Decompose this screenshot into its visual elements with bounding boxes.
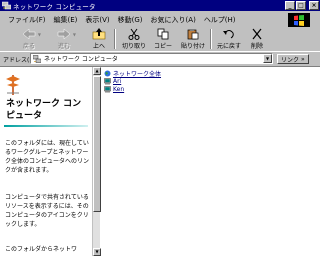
undo-button[interactable]: 元に戻す: [217, 28, 241, 50]
back-label: 戻る: [22, 43, 35, 50]
cut-button[interactable]: 切り取り: [122, 28, 146, 50]
links-button[interactable]: リンク »: [277, 54, 309, 64]
back-button[interactable]: 戻る ▼: [22, 28, 41, 50]
pane-instructions: コンピュータで共有されているリソースを表示するには、そのコンピュータのアイコンを…: [5, 194, 89, 228]
address-dropdown-icon[interactable]: ▼: [263, 54, 272, 63]
divider: [4, 125, 88, 127]
menu-edit[interactable]: 編集(E): [50, 15, 82, 25]
forward-arrow-icon: [57, 28, 71, 40]
computer-icon: [104, 77, 111, 84]
window-title: ネットワーク コンピュータ: [13, 2, 96, 11]
forward-label: 進む: [57, 43, 70, 50]
delete-button[interactable]: 削除: [250, 28, 264, 50]
menu-file[interactable]: ファイル(F): [4, 15, 50, 25]
paste-label: 貼り付け: [181, 43, 206, 50]
network-computer-large-icon: [6, 75, 20, 95]
address-bar: アドレス(D) ネットワーク コンピュータ ▼ リンク »: [0, 51, 320, 65]
paste-button[interactable]: 貼り付け: [181, 28, 205, 50]
address-value: ネットワーク コンピュータ: [44, 56, 118, 63]
pane-title: ネットワーク コンピュータ: [6, 99, 82, 121]
scroll-down-icon[interactable]: ▼: [93, 248, 101, 256]
up-label: 上へ: [92, 43, 105, 50]
delete-x-icon: [252, 28, 262, 40]
windows-logo-icon: [288, 13, 310, 27]
minimize-button[interactable]: _: [285, 1, 295, 10]
menu-favorites[interactable]: お気に入り(A): [147, 15, 200, 25]
copy-icon: [157, 28, 169, 40]
maximize-button[interactable]: □: [296, 1, 306, 10]
forward-button[interactable]: 進む ▼: [57, 28, 76, 50]
close-button[interactable]: ×: [309, 1, 319, 10]
pane-description: このフォルダには、現在しているワークグループとネットワーク全体のコンピュータへの…: [5, 140, 90, 174]
list-item[interactable]: ネットワーク全体: [104, 69, 162, 78]
undo-label: 元に戻す: [217, 43, 242, 50]
delete-label: 削除: [250, 43, 263, 50]
back-arrow-icon: [22, 28, 36, 40]
links-label: リンク: [281, 56, 300, 64]
undo-icon: [223, 30, 234, 39]
chevron-right-icon: »: [301, 55, 305, 63]
file-name: Ken: [113, 85, 125, 93]
up-folder-icon: [92, 28, 106, 40]
network-computer-icon: [2, 1, 11, 10]
up-button[interactable]: 上へ: [92, 28, 106, 50]
content-area: ネットワーク コンピュータ このフォルダには、現在しているワークグループとネット…: [0, 66, 320, 256]
menu-help[interactable]: ヘルプ(H): [200, 15, 240, 25]
scroll-thumb[interactable]: [93, 76, 101, 212]
pane-scrollbar[interactable]: ▲ ▼: [92, 67, 101, 256]
cut-label: 切り取り: [122, 43, 147, 50]
back-dropdown-icon[interactable]: ▼: [38, 32, 41, 37]
menu-go[interactable]: 移動(G): [114, 15, 147, 25]
menu-bar: ファイル(F) 編集(E) 表示(V) 移動(G) お気に入り(A) ヘルプ(H…: [0, 12, 320, 27]
globe-icon: [104, 70, 111, 76]
scissors-icon: [128, 28, 140, 40]
address-input[interactable]: ネットワーク コンピュータ ▼: [30, 53, 273, 64]
computer-icon: [104, 85, 111, 92]
scroll-up-icon[interactable]: ▲: [93, 67, 101, 75]
paste-icon: [187, 29, 199, 40]
web-view-pane: ネットワーク コンピュータ このフォルダには、現在しているワークグループとネット…: [0, 67, 92, 256]
title-bar[interactable]: ネットワーク コンピュータ _ □ ×: [0, 0, 320, 11]
list-item[interactable]: Ken: [104, 85, 161, 93]
toolbar: 戻る ▼ 進む ▼ 上へ 切り取り コピー 貼り付け 元に戻す 削除: [0, 27, 320, 51]
copy-button[interactable]: コピー: [154, 28, 172, 50]
file-name: ネットワーク全体: [113, 70, 162, 78]
network-computer-icon: [33, 54, 41, 63]
forward-dropdown-icon[interactable]: ▼: [73, 32, 76, 37]
copy-label: コピー: [154, 43, 173, 50]
file-list: ネットワーク全体 Ari Ken: [104, 69, 161, 93]
file-name: Ari: [113, 77, 122, 85]
list-item[interactable]: Ari: [104, 77, 161, 85]
menu-view[interactable]: 表示(V): [81, 15, 113, 25]
pane-more-text: このフォルダからネットワ: [5, 246, 78, 253]
